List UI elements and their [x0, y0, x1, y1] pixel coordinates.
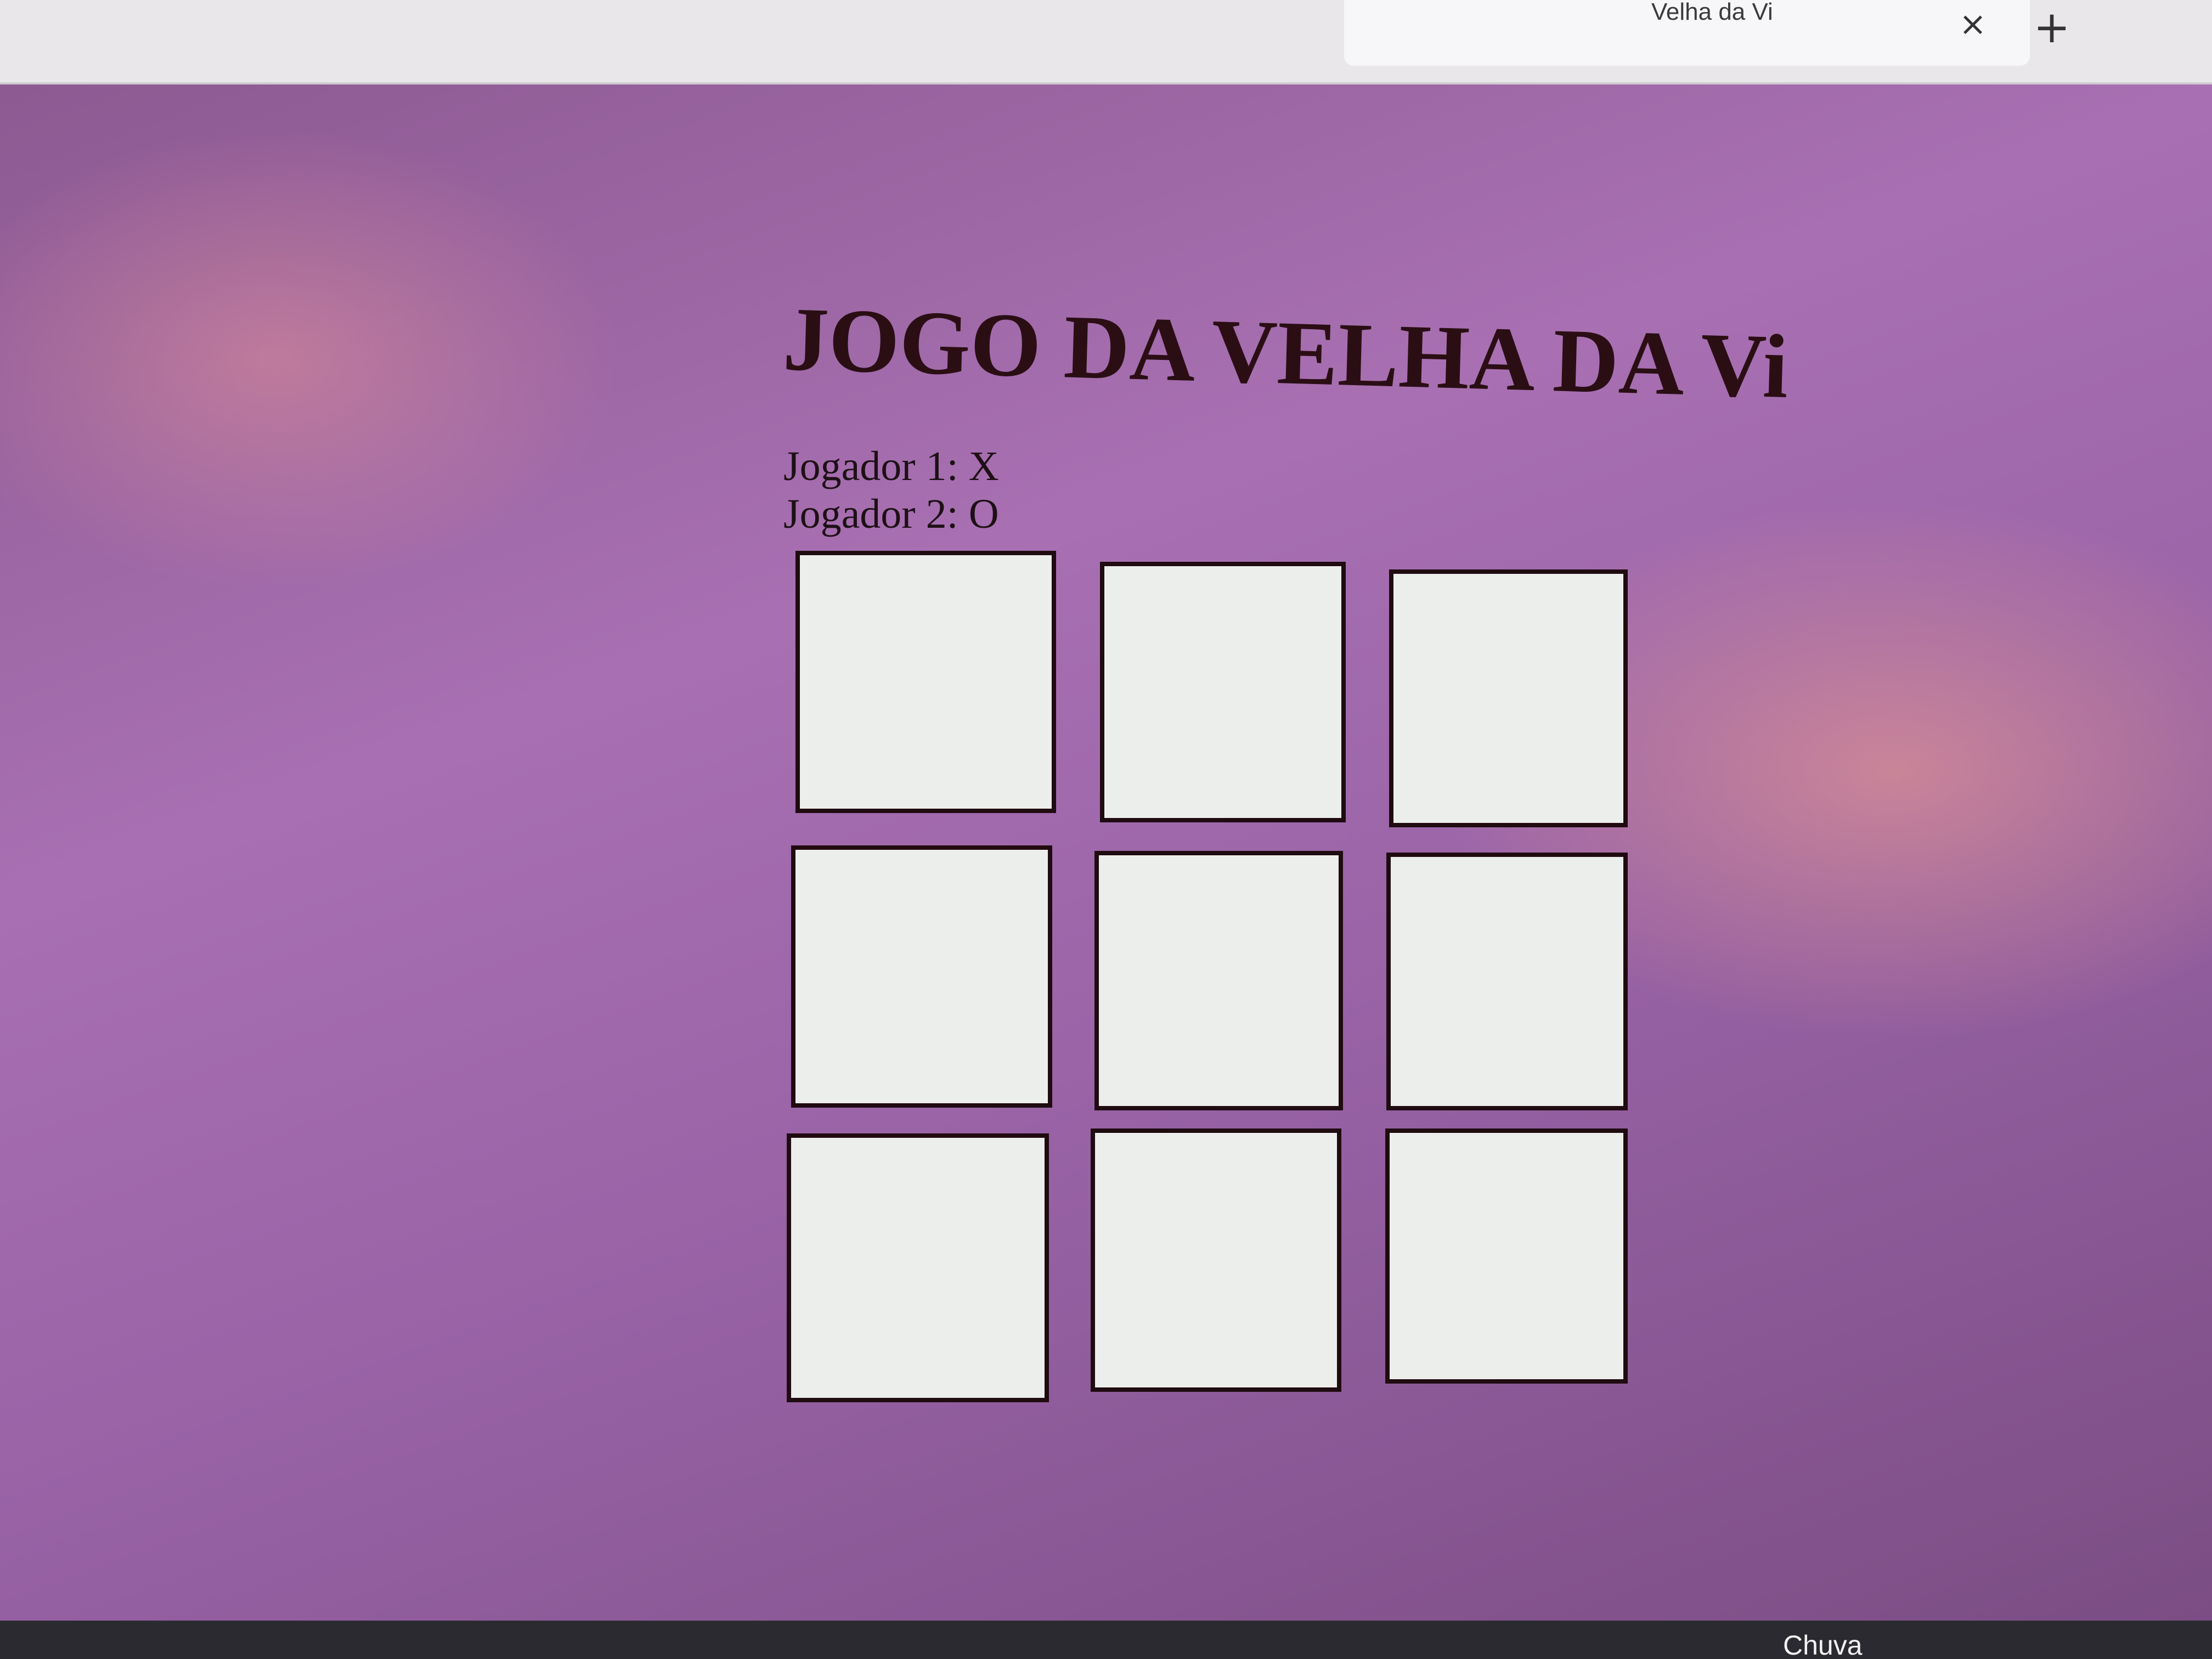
new-tab-button[interactable]: + — [2030, 5, 2074, 49]
browser-tab[interactable]: Velha da Vi — [1344, 0, 2030, 66]
board-cell-6[interactable] — [1386, 853, 1628, 1110]
tab-title: Velha da Vi — [1651, 0, 1773, 25]
taskbar-weather-label[interactable]: Chuva — [1783, 1632, 1863, 1659]
taskbar — [0, 1621, 2212, 1659]
board-cell-4[interactable] — [791, 845, 1052, 1108]
board-cell-8[interactable] — [1091, 1128, 1341, 1392]
board-cell-3[interactable] — [1389, 569, 1628, 827]
browser-chrome: Velha da Vi × + — [0, 0, 2212, 84]
board-cell-5[interactable] — [1094, 851, 1343, 1110]
page-content: JOGO DA VELHA DA Vi Jogador 1: X Jogador… — [0, 84, 2212, 1621]
board-cell-2[interactable] — [1100, 562, 1346, 822]
page-title: JOGO DA VELHA DA Vi — [782, 288, 1790, 417]
player-2-label: Jogador 2: O — [783, 491, 999, 537]
board-cell-7[interactable] — [787, 1133, 1049, 1402]
player-1-label: Jogador 1: X — [783, 443, 999, 489]
board-cell-9[interactable] — [1385, 1128, 1628, 1384]
game-board — [779, 551, 1635, 1494]
close-tab-button[interactable]: × — [1953, 4, 1993, 44]
board-cell-1[interactable] — [795, 551, 1056, 813]
